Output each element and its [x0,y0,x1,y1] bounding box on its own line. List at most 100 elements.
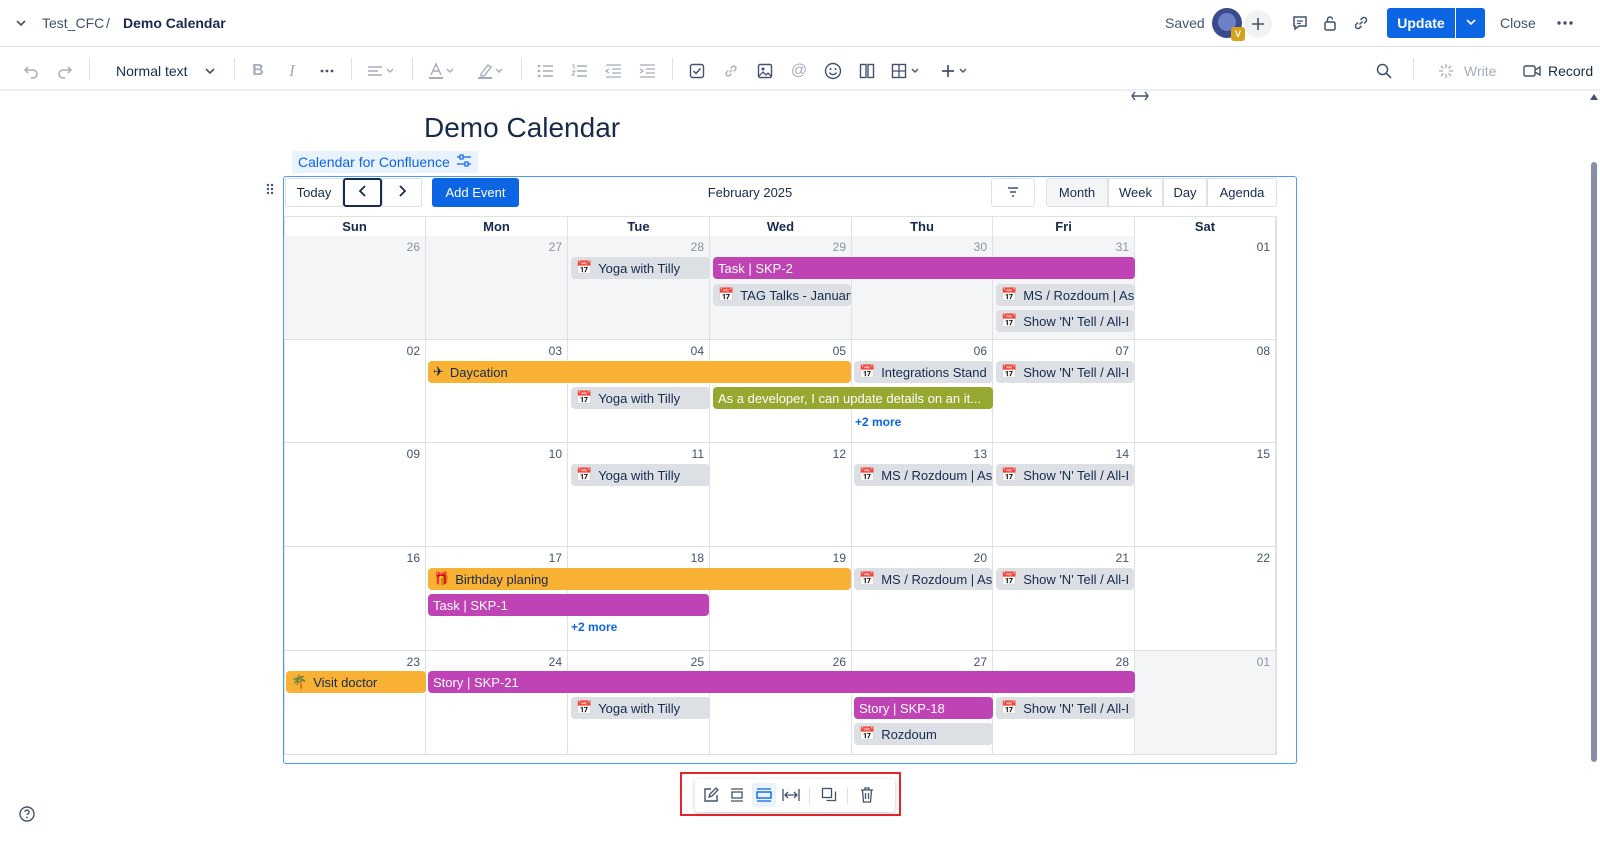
edit-icon[interactable] [699,783,723,807]
day-cell[interactable]: 07 [993,340,1135,443]
breadcrumb-space[interactable]: Test_CFC [42,15,104,31]
search-icon[interactable] [1372,59,1396,83]
event-daycation[interactable]: ✈ Daycation [428,361,851,383]
day-cell[interactable]: 16 [284,547,426,651]
more-formatting-icon[interactable] [315,59,339,83]
indent-icon[interactable] [635,59,659,83]
highlight-icon[interactable] [474,59,510,83]
day-cell[interactable]: 27 [426,236,568,340]
next-month-button[interactable] [382,178,422,207]
event-task-skp2[interactable]: Task | SKP-2 [713,257,1135,279]
width-toggle-icon[interactable] [1128,88,1152,104]
day-cell[interactable]: 02 [284,340,426,443]
record-icon[interactable] [1520,59,1544,83]
view-agenda-button[interactable]: Agenda [1207,178,1277,207]
link-icon[interactable] [1349,11,1373,35]
more-actions-icon[interactable] [1552,11,1578,35]
event-story-skp21[interactable]: Story | SKP-21 [428,671,1135,693]
event-story-skp18[interactable]: Story | SKP-18 [854,697,993,719]
day-cell[interactable]: 14 [993,443,1135,547]
day-cell[interactable]: 12 [710,443,852,547]
day-cell[interactable]: 03 [426,340,568,443]
event-yoga[interactable]: 📅 Yoga with Tilly [571,697,710,719]
italic-icon[interactable]: I [280,59,304,83]
page-title[interactable]: Demo Calendar [424,112,620,144]
prev-month-button[interactable] [343,178,382,207]
layout-full-width-icon[interactable] [779,783,803,807]
mention-icon[interactable]: @ [787,59,811,83]
view-day-button[interactable]: Day [1163,178,1207,207]
day-cell[interactable]: 26 [284,236,426,340]
layout-wide-icon[interactable] [752,783,776,807]
day-cell[interactable]: 22 [1135,547,1276,651]
table-icon[interactable] [889,59,925,83]
scroll-up-icon[interactable] [1590,93,1598,101]
today-button[interactable]: Today [285,178,343,207]
more-events-link[interactable]: +2 more [571,620,617,634]
numbered-list-icon[interactable] [567,59,591,83]
ai-write-icon[interactable] [1434,59,1458,83]
event-integrations[interactable]: 📅 Integrations Stand [854,361,993,383]
emoji-icon[interactable] [821,59,845,83]
day-cell[interactable]: 19 [710,547,852,651]
day-cell[interactable]: 13 [852,443,993,547]
event-birthday[interactable]: 🎁 Birthday planing [428,568,851,590]
day-cell[interactable]: 30 [852,236,993,340]
event-yoga[interactable]: 📅 Yoga with Tilly [571,257,710,279]
update-button[interactable]: Update [1387,8,1455,38]
day-cell[interactable]: 28 [568,236,710,340]
more-events-link[interactable]: +2 more [855,415,901,429]
task-checkbox-icon[interactable] [685,59,709,83]
comment-icon[interactable] [1288,11,1312,35]
insert-plus-icon[interactable] [938,59,974,83]
chevron-down-icon[interactable] [198,59,222,83]
event-yoga[interactable]: 📅 Yoga with Tilly [571,387,710,409]
link-icon[interactable] [719,59,743,83]
day-cell[interactable]: 23 [284,651,426,755]
add-collaborator-icon[interactable] [1244,10,1272,38]
filter-button[interactable] [991,178,1035,207]
event-yoga[interactable]: 📅 Yoga with Tilly [571,464,710,486]
day-cell[interactable]: 20 [852,547,993,651]
chevron-down-icon[interactable] [10,12,32,34]
event-developer-story[interactable]: As a developer, I can update details on … [713,387,993,409]
write-button[interactable]: Write [1464,63,1496,79]
close-button[interactable]: Close [1500,15,1536,31]
day-cell[interactable]: 26 [710,651,852,755]
event-show-tell[interactable]: 📅 Show 'N' Tell / All-I [996,310,1134,332]
breadcrumb-page[interactable]: Demo Calendar [123,15,226,31]
event-show-tell[interactable]: 📅 Show 'N' Tell / All-I [996,697,1134,719]
avatar[interactable]: V [1212,8,1245,41]
vertical-scrollbar[interactable] [1591,162,1597,762]
day-cell[interactable]: 24 [426,651,568,755]
unlock-icon[interactable] [1318,11,1342,35]
day-cell[interactable]: 09 [284,443,426,547]
day-cell[interactable]: 11 [568,443,710,547]
bullet-list-icon[interactable] [533,59,557,83]
view-month-button[interactable]: Month [1046,178,1108,207]
day-cell[interactable]: 21 [993,547,1135,651]
alignment-icon[interactable] [364,59,400,83]
macro-label[interactable]: Calendar for Confluence [292,151,478,173]
drag-handle-icon[interactable] [263,181,277,197]
day-cell[interactable]: 01 [1135,236,1276,340]
event-ms-rozdoum[interactable]: 📅 MS / Rozdoum | As [854,464,993,486]
copy-icon[interactable] [817,783,841,807]
layout-columns-icon[interactable] [855,59,879,83]
day-cell[interactable]: 10 [426,443,568,547]
record-button[interactable]: Record [1548,63,1593,79]
add-event-button[interactable]: Add Event [432,178,519,207]
event-ms-rozdoum[interactable]: 📅 MS / Rozdoum | As [854,568,993,590]
event-visit-doctor[interactable]: 🌴 Visit doctor [286,671,426,693]
delete-icon[interactable] [855,783,879,807]
event-task-skp1[interactable]: Task | SKP-1 [428,594,709,616]
undo-icon[interactable] [19,59,43,83]
help-icon[interactable] [17,804,37,824]
view-week-button[interactable]: Week [1108,178,1163,207]
event-show-tell[interactable]: 📅 Show 'N' Tell / All-I [996,568,1134,590]
image-icon[interactable] [753,59,777,83]
layout-centered-icon[interactable] [725,783,749,807]
update-dropdown-button[interactable] [1456,8,1485,38]
text-style-select[interactable]: Normal text [116,63,188,79]
event-rozdoum[interactable]: 📅 Rozdoum [854,723,993,745]
